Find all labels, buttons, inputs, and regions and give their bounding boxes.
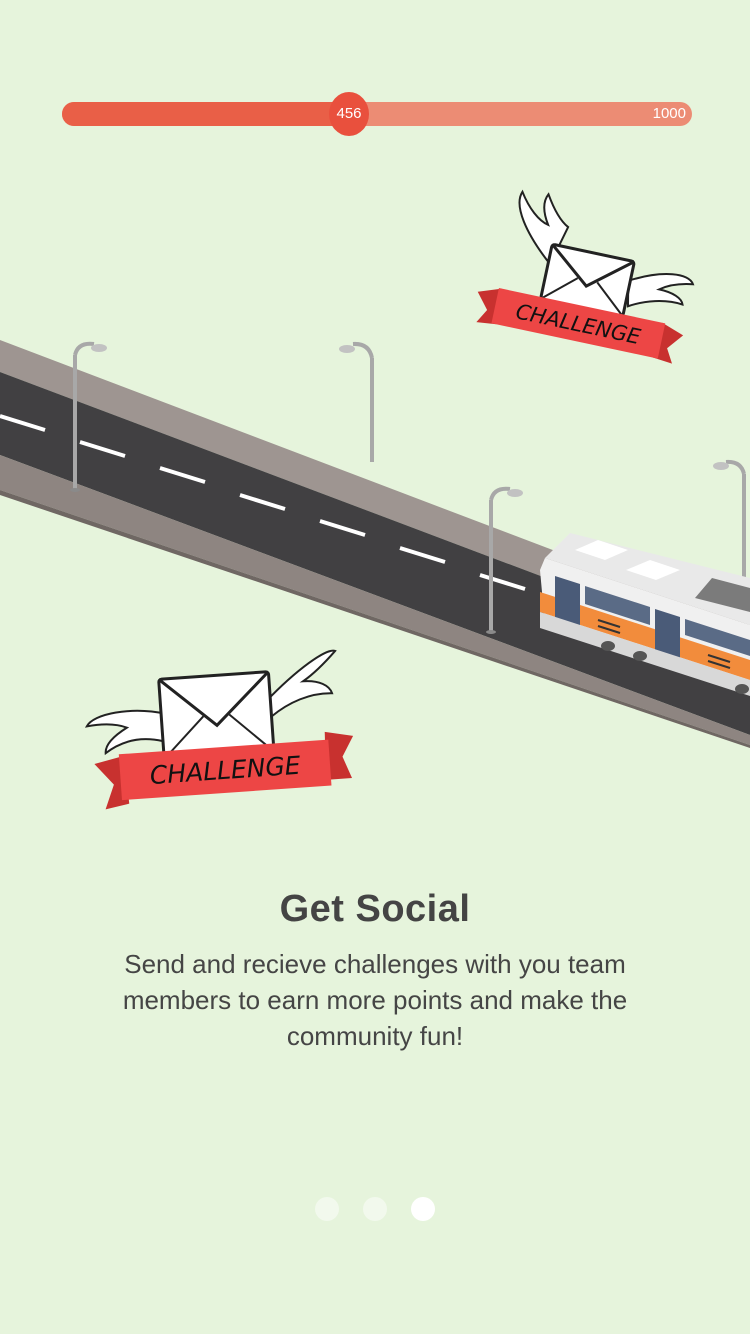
road (0, 340, 750, 748)
page-dot[interactable] (363, 1197, 387, 1221)
street-lamp (339, 341, 374, 462)
challenge-badge-icon: CHALLENGE (476, 189, 695, 364)
onboarding-title: Get Social (279, 888, 471, 930)
page-dot[interactable] (314, 1197, 339, 1221)
page-indicator (0, 1197, 750, 1226)
commute-illustration: CHALLENGE CHALLENGE (0, 189, 750, 810)
challenge-badge-icon: CHALLENGE (84, 649, 354, 810)
page-dot-active[interactable] (411, 1197, 436, 1221)
onboarding-description: Send and recieve challenges with you tea… (122, 949, 628, 1051)
